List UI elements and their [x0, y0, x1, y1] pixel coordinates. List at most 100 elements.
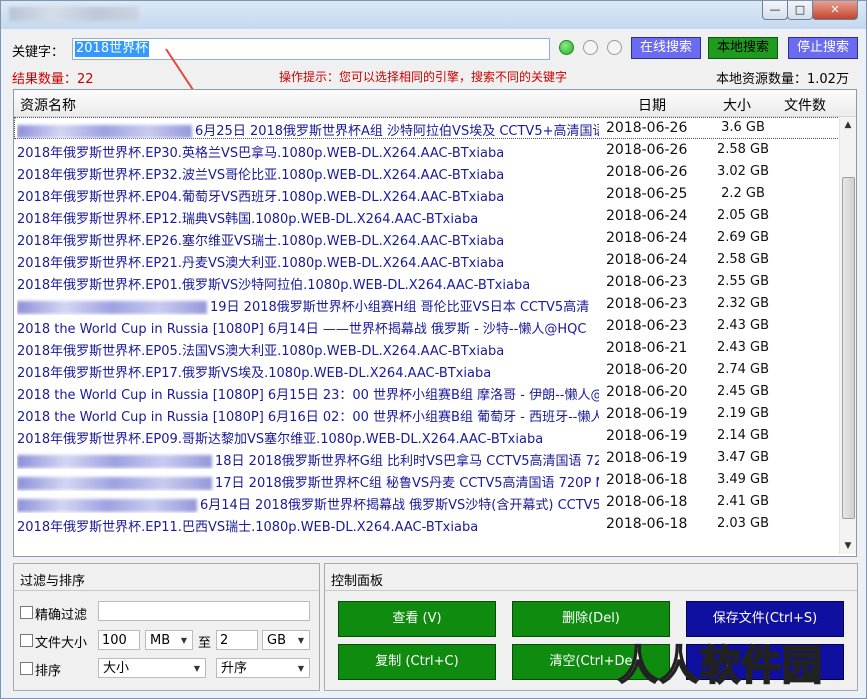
table-row[interactable]: 2018年俄罗斯世界杯.EP26.塞尔维亚VS瑞士.1080p.WEB-DL.X…: [14, 227, 840, 249]
close-button[interactable]: ✕: [812, 1, 858, 20]
delete-button[interactable]: 删除(Del): [512, 601, 670, 637]
table-row[interactable]: 6月14日 2018俄罗斯世界杯揭幕战 俄罗斯VS沙特(含开幕式) CCTV5高…: [14, 491, 840, 513]
result-count: 结果数量：22: [12, 72, 94, 87]
row-size: 3.6 GB: [721, 120, 765, 135]
row-date: 2018-06-26: [606, 164, 688, 180]
size-max-input[interactable]: 2: [216, 630, 258, 650]
sort-by-select[interactable]: 大小 ▼: [98, 658, 206, 678]
table-row[interactable]: 19日 2018俄罗斯世界杯小组赛H组 哥伦比亚VS日本 CCTV5高清 2018…: [14, 293, 840, 315]
save-file-button[interactable]: 保存文件(Ctrl+S): [686, 601, 844, 637]
size-max-unit-value: GB: [267, 633, 286, 648]
engine-dot-icon[interactable]: [583, 40, 598, 55]
row-name: 2018 the World Cup in Russia [1080P] 6月1…: [17, 318, 599, 337]
table-row[interactable]: 2018年俄罗斯世界杯.EP05.法国VS澳大利亚.1080p.WEB-DL.X…: [14, 337, 840, 359]
table-row[interactable]: 2018年俄罗斯世界杯.EP09.哥斯达黎加VS塞尔维亚.1080p.WEB-D…: [14, 425, 840, 447]
keyword-input[interactable]: 2018世界杯: [72, 38, 550, 60]
column-header-date[interactable]: 日期: [638, 95, 666, 115]
table-row[interactable]: 2018年俄罗斯世界杯.EP32.波兰VS哥伦比亚.1080p.WEB-DL.X…: [14, 161, 840, 183]
row-name: 6月25日 2018俄罗斯世界杯A组 沙特阿拉伯VS埃及 CCTV5+高清国语: [17, 120, 599, 139]
row-name-text: 2018 the World Cup in Russia [1080P] 6月1…: [17, 410, 599, 425]
exact-filter-input[interactable]: [98, 601, 310, 621]
table-row[interactable]: 2018年俄罗斯世界杯.EP01.俄罗斯VS沙特阿拉伯.1080p.WEB-DL…: [14, 271, 840, 293]
stop-search-button[interactable]: 停止搜索: [788, 37, 858, 59]
row-date: 2018-06-24: [606, 208, 688, 224]
sort-checkbox[interactable]: [20, 662, 33, 675]
scroll-thumb[interactable]: [842, 177, 855, 519]
row-name-text: 2018年俄罗斯世界杯.EP30.英格兰VS巴拿马.1080p.WEB-DL.X…: [17, 146, 505, 161]
table-row[interactable]: 2018年俄罗斯世界杯.EP11.巴西VS瑞士.1080p.WEB-DL.X26…: [14, 513, 840, 535]
size-max-unit-select[interactable]: GB ▼: [262, 630, 310, 650]
results-list[interactable]: 资源名称 日期 大小 文件数 6月25日 2018俄罗斯世界杯A组 沙特阿拉伯V…: [13, 89, 857, 557]
table-row[interactable]: 18日 2018俄罗斯世界杯G组 比利时VS巴拿马 CCTV5高清国语 72 20…: [14, 447, 840, 469]
row-date: 2018-06-24: [606, 230, 688, 246]
row-date: 2018-06-24: [606, 252, 688, 268]
view-button[interactable]: 查看 (V): [338, 601, 496, 637]
filter-panel-title: 过滤与排序: [20, 574, 86, 589]
title-bar: — □ ✕: [1, 1, 866, 29]
redacted-prefix: [17, 301, 207, 314]
table-row[interactable]: 2018 the World Cup in Russia [1080P] 6月1…: [14, 381, 840, 403]
column-header-name[interactable]: 资源名称: [20, 95, 76, 115]
row-size: 2.05 GB: [716, 208, 770, 223]
list-rows: 6月25日 2018俄罗斯世界杯A组 沙特阿拉伯VS埃及 CCTV5+高清国语 2…: [14, 117, 840, 535]
row-name: 19日 2018俄罗斯世界杯小组赛H组 哥伦比亚VS日本 CCTV5高清: [17, 296, 599, 315]
row-name-text: 19日 2018俄罗斯世界杯小组赛H组 哥伦比亚VS日本 CCTV5高清: [210, 300, 590, 315]
redacted-prefix: [17, 499, 197, 512]
local-search-button[interactable]: 本地搜索: [708, 37, 778, 59]
engine-dot-icon[interactable]: [607, 40, 622, 55]
row-size: 2.69 GB: [716, 230, 770, 245]
table-row[interactable]: 17日 2018俄罗斯世界杯C组 秘鲁VS丹麦 CCTV5高清国语 720P M…: [14, 469, 840, 491]
size-min-input[interactable]: 100: [98, 630, 140, 650]
operation-hint: 操作提示：您可以选择相同的引擎，搜索不同的关键字: [279, 70, 568, 84]
copy-button[interactable]: 复制 (Ctrl+C): [338, 644, 496, 680]
row-name-text: 18日 2018俄罗斯世界杯G组 比利时VS巴拿马 CCTV5高清国语 72: [215, 454, 599, 469]
row-date: 2018-06-18: [606, 472, 688, 488]
file-size-label: 文件大小: [35, 636, 88, 651]
row-name-text: 2018年俄罗斯世界杯.EP12.瑞典VS韩国.1080p.WEB-DL.X26…: [17, 212, 479, 227]
size-min-unit-select[interactable]: MB ▼: [145, 630, 193, 650]
table-row[interactable]: 2018年俄罗斯世界杯.EP30.英格兰VS巴拿马.1080p.WEB-DL.X…: [14, 139, 840, 161]
row-name: 2018年俄罗斯世界杯.EP32.波兰VS哥伦比亚.1080p.WEB-DL.X…: [17, 164, 599, 183]
column-header-size[interactable]: 大小: [723, 95, 751, 115]
row-date: 2018-06-23: [606, 274, 688, 290]
row-name: 2018年俄罗斯世界杯.EP30.英格兰VS巴拿马.1080p.WEB-DL.X…: [17, 142, 599, 161]
row-size: 2.14 GB: [716, 428, 770, 443]
control-panel-title: 控制面板: [331, 574, 384, 589]
row-name-text: 2018年俄罗斯世界杯.EP04.葡萄牙VS西班牙.1080p.WEB-DL.X…: [17, 190, 505, 205]
sort-order-select[interactable]: 升序 ▼: [216, 658, 310, 678]
row-name: 17日 2018俄罗斯世界杯C组 秘鲁VS丹麦 CCTV5高清国语 720P M: [17, 472, 599, 491]
table-row[interactable]: 2018年俄罗斯世界杯.EP04.葡萄牙VS西班牙.1080p.WEB-DL.X…: [14, 183, 840, 205]
minimize-button[interactable]: —: [762, 1, 788, 20]
table-row[interactable]: 2018 the World Cup in Russia [1080P] 6月1…: [14, 403, 840, 425]
row-name-text: 2018年俄罗斯世界杯.EP21.丹麦VS澳大利亚.1080p.WEB-DL.X…: [17, 256, 505, 271]
row-name-text: 2018年俄罗斯世界杯.EP05.法国VS澳大利亚.1080p.WEB-DL.X…: [17, 344, 505, 359]
row-date: 2018-06-19: [606, 406, 688, 422]
scroll-down-icon[interactable]: ▼: [840, 538, 856, 554]
row-date: 2018-06-19: [606, 450, 688, 466]
table-row[interactable]: 2018年俄罗斯世界杯.EP21.丹麦VS澳大利亚.1080p.WEB-DL.X…: [14, 249, 840, 271]
table-row[interactable]: 6月25日 2018俄罗斯世界杯A组 沙特阿拉伯VS埃及 CCTV5+高清国语 2…: [14, 117, 840, 139]
row-size: 2.2 GB: [721, 186, 765, 201]
scroll-up-icon[interactable]: ▲: [840, 117, 856, 133]
table-row[interactable]: 2018年俄罗斯世界杯.EP17.俄罗斯VS埃及.1080p.WEB-DL.X2…: [14, 359, 840, 381]
row-size: 3.02 GB: [716, 164, 770, 179]
sort-label: 排序: [35, 664, 62, 679]
row-size: 2.19 GB: [716, 406, 770, 421]
row-size: 2.74 GB: [716, 362, 770, 377]
exact-filter-checkbox[interactable]: [20, 606, 33, 619]
engine-dot-green-icon[interactable]: [559, 40, 574, 55]
table-row[interactable]: 2018 the World Cup in Russia [1080P] 6月1…: [14, 315, 840, 337]
online-search-button[interactable]: 在线搜索: [631, 37, 701, 59]
table-row[interactable]: 2018年俄罗斯世界杯.EP12.瑞典VS韩国.1080p.WEB-DL.X26…: [14, 205, 840, 227]
row-size: 2.03 GB: [716, 516, 770, 531]
file-size-checkbox[interactable]: [20, 634, 33, 647]
row-name-text: 6月25日 2018俄罗斯世界杯A组 沙特阿拉伯VS埃及 CCTV5+高清国语: [195, 124, 599, 139]
maximize-button[interactable]: □: [787, 1, 813, 20]
row-name: 2018年俄罗斯世界杯.EP09.哥斯达黎加VS塞尔维亚.1080p.WEB-D…: [17, 428, 599, 447]
row-name-text: 17日 2018俄罗斯世界杯C组 秘鲁VS丹麦 CCTV5高清国语 720P M: [215, 476, 599, 491]
sort-by-value: 大小: [103, 661, 130, 676]
vertical-scrollbar[interactable]: ▲ ▼: [839, 117, 856, 554]
redacted-prefix: [17, 455, 212, 468]
column-header-files[interactable]: 文件数: [784, 95, 826, 115]
row-name: 2018年俄罗斯世界杯.EP17.俄罗斯VS埃及.1080p.WEB-DL.X2…: [17, 362, 599, 381]
